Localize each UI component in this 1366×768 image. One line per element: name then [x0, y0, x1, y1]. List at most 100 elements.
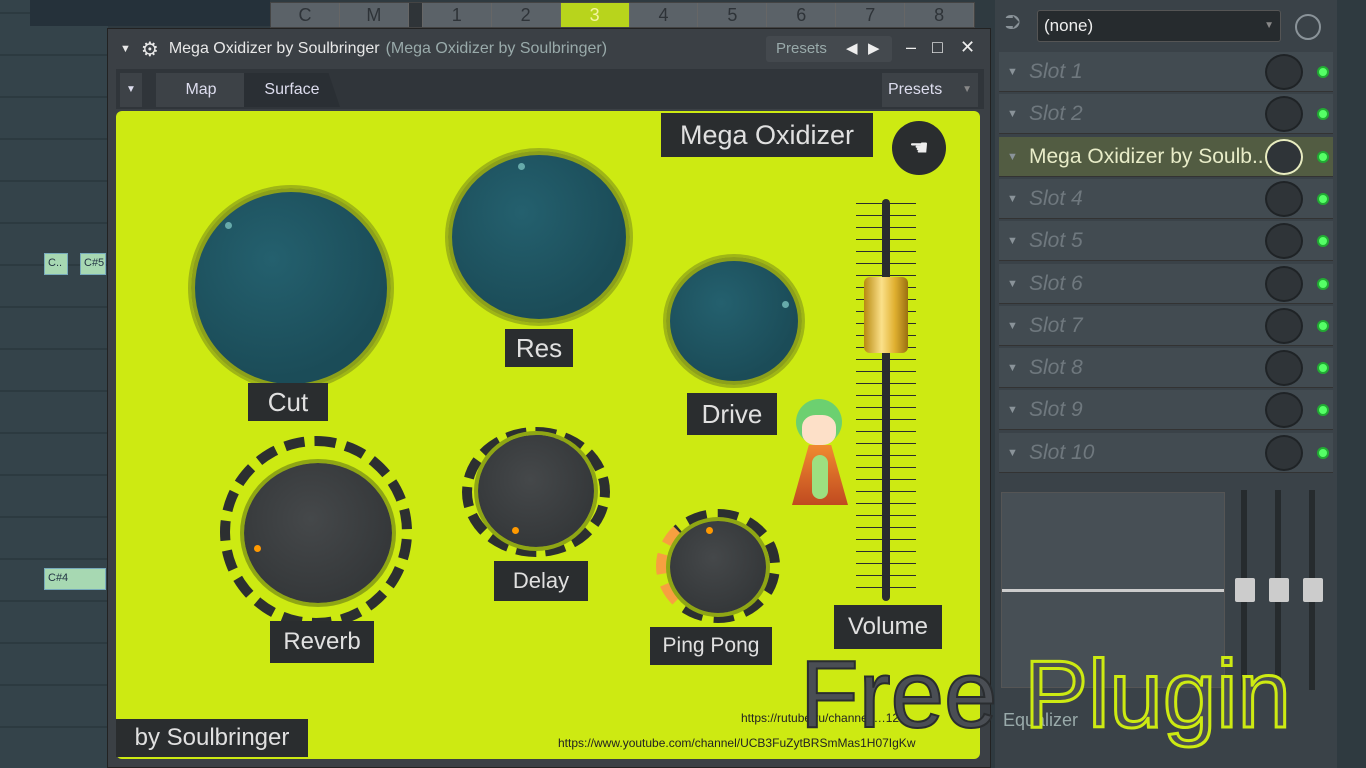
slot-mix-knob[interactable]: [1265, 180, 1303, 217]
slot-menu-arrow-icon[interactable]: ▼: [1007, 390, 1018, 430]
author-label: by Soulbringer: [116, 719, 308, 757]
free-plugin-overlay: Free Plugin: [799, 640, 1292, 750]
step-1[interactable]: 1: [423, 3, 492, 27]
slot-mix-knob[interactable]: [1265, 265, 1303, 302]
mixer-slot[interactable]: ▼ Slot 10: [999, 432, 1333, 473]
slot-menu-arrow-icon[interactable]: ▼: [1007, 348, 1018, 388]
slot-menu-arrow-icon[interactable]: ▼: [1007, 52, 1018, 92]
step-2[interactable]: 2: [492, 3, 561, 27]
gear-icon[interactable]: ⚙: [141, 37, 159, 62]
note[interactable]: C#5: [80, 253, 106, 275]
mixer-slot[interactable]: ▼ Slot 6: [999, 263, 1333, 304]
reverb-label: Reverb: [270, 621, 374, 663]
close-button[interactable]: ✕: [960, 37, 975, 58]
slot-mix-knob[interactable]: [1265, 138, 1303, 175]
menu-arrow-icon[interactable]: ▼: [120, 43, 131, 55]
slot-mix-knob[interactable]: [1265, 392, 1303, 429]
slot-menu-arrow-icon[interactable]: ▼: [1007, 179, 1018, 219]
mixer-slot[interactable]: ▼ Slot 9: [999, 390, 1333, 431]
tabs-menu-arrow-icon[interactable]: ▼: [120, 73, 142, 107]
mixer-slot[interactable]: ▼ Slot 8: [999, 348, 1333, 389]
eq-slider-handle[interactable]: [1269, 578, 1289, 602]
slot-enable-led[interactable]: [1317, 235, 1329, 248]
preset-dropdown[interactable]: (none) ▼: [1037, 10, 1281, 42]
step-8[interactable]: 8: [905, 3, 975, 27]
tab-surface[interactable]: Surface: [244, 73, 340, 107]
slot-label: Slot 6: [1029, 271, 1083, 295]
slot-label: Slot 10: [1029, 440, 1095, 464]
slot-label: Slot 2: [1029, 102, 1083, 126]
maximize-button[interactable]: □: [932, 37, 943, 58]
cut-knob[interactable]: [191, 188, 391, 388]
next-preset-icon[interactable]: ▶: [868, 36, 880, 62]
mixer-slot[interactable]: ▼ Mega Oxidizer by Soulb..: [999, 136, 1333, 177]
slot-label: Slot 9: [1029, 398, 1083, 422]
prev-preset-icon[interactable]: ◀: [846, 36, 858, 62]
delay-knob[interactable]: [478, 435, 594, 547]
slot-enable-led[interactable]: [1317, 108, 1329, 121]
eq-input-icon[interactable]: ⮊: [1005, 12, 1020, 35]
mixer-slot[interactable]: ▼ Slot 7: [999, 305, 1333, 346]
slot-enable-led[interactable]: [1317, 319, 1329, 332]
volume-slider-track[interactable]: [882, 199, 890, 601]
slot-enable-led[interactable]: [1317, 66, 1329, 78]
step-5[interactable]: 5: [698, 3, 768, 27]
slot-enable-led[interactable]: [1317, 404, 1329, 417]
res-knob[interactable]: [448, 151, 630, 323]
presets-button[interactable]: Presets ◀ ▶: [766, 36, 892, 62]
eq-slider-handle[interactable]: [1235, 578, 1255, 602]
slot-enable-led[interactable]: [1317, 362, 1329, 375]
mixer-slot[interactable]: ▼ Slot 1: [999, 52, 1333, 92]
presets-label: Presets: [888, 81, 943, 98]
note[interactable]: C..: [44, 253, 68, 275]
slot-mix-knob[interactable]: [1265, 223, 1303, 260]
slot-enable-led[interactable]: [1317, 277, 1329, 290]
drive-knob[interactable]: [666, 257, 802, 385]
cut-label: Cut: [248, 383, 328, 421]
note[interactable]: C#4: [44, 568, 106, 590]
minimize-button[interactable]: ‒: [906, 37, 916, 58]
slot-menu-arrow-icon[interactable]: ▼: [1007, 137, 1018, 177]
slot-menu-arrow-icon[interactable]: ▼: [1007, 264, 1018, 304]
slot-label: Slot 5: [1029, 229, 1083, 253]
step-3[interactable]: 3: [560, 3, 630, 27]
clock-icon[interactable]: [1295, 14, 1321, 40]
eq-slider-handle[interactable]: [1303, 578, 1323, 602]
volume-slider-handle[interactable]: [864, 277, 908, 353]
overlay-free: Free: [799, 640, 998, 749]
slot-mix-knob[interactable]: [1265, 96, 1303, 133]
slot-enable-led[interactable]: [1317, 150, 1329, 163]
mixer-slot[interactable]: ▼ Slot 2: [999, 94, 1333, 135]
slot-mix-knob[interactable]: [1265, 307, 1303, 344]
mixer-slot[interactable]: ▼ Slot 4: [999, 178, 1333, 219]
tab-map[interactable]: Map: [156, 73, 246, 107]
slot-enable-led[interactable]: [1317, 192, 1329, 205]
slot-mix-knob[interactable]: [1265, 54, 1303, 90]
slot-menu-arrow-icon[interactable]: ▼: [1007, 433, 1018, 473]
surface-presets-button[interactable]: Presets ▼: [882, 73, 978, 107]
slot-mix-knob[interactable]: [1265, 434, 1303, 471]
presets-label: Presets: [776, 40, 827, 57]
step-m[interactable]: M: [340, 3, 409, 27]
mixer-slot[interactable]: ▼ Slot 5: [999, 221, 1333, 262]
slot-label: Slot 8: [1029, 356, 1083, 380]
slot-mix-knob[interactable]: [1265, 350, 1303, 387]
pingpong-knob[interactable]: [670, 521, 766, 613]
slot-menu-arrow-icon[interactable]: ▼: [1007, 94, 1018, 134]
step-4[interactable]: 4: [630, 3, 699, 27]
drive-label: Drive: [687, 393, 777, 435]
hand-icon[interactable]: ☚: [892, 121, 946, 175]
window-title: Mega Oxidizer by Soulbringer: [168, 40, 380, 57]
step-c[interactable]: C: [271, 3, 340, 27]
slot-menu-arrow-icon[interactable]: ▼: [1007, 221, 1018, 261]
slot-label: Slot 7: [1029, 313, 1083, 337]
slot-enable-led[interactable]: [1317, 446, 1329, 459]
tabs-bar: ▼ Map Surface Presets ▼: [116, 69, 984, 109]
step-7[interactable]: 7: [836, 3, 906, 27]
plugin-name-label: Mega Oxidizer: [661, 113, 873, 157]
slot-menu-arrow-icon[interactable]: ▼: [1007, 306, 1018, 346]
slot-label: Slot 4: [1029, 186, 1083, 210]
step-6[interactable]: 6: [767, 3, 837, 27]
reverb-knob[interactable]: [244, 463, 392, 603]
window-subtitle: (Mega Oxidizer by Soulbringer): [385, 40, 608, 57]
